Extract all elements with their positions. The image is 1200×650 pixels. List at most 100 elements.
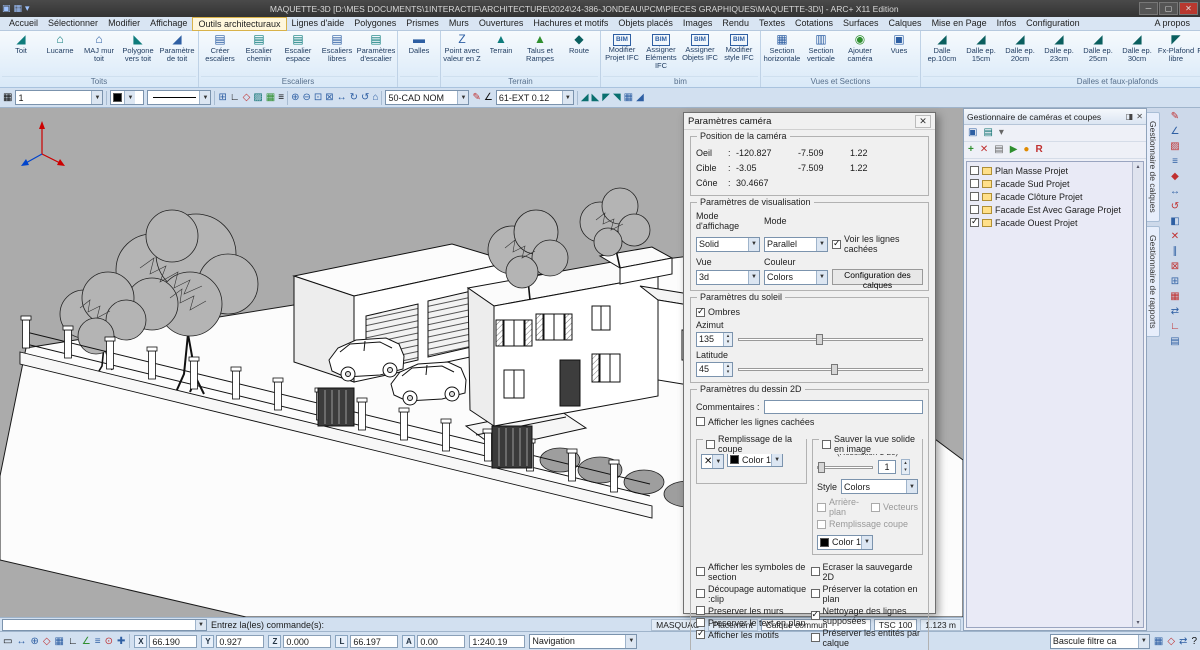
ribbon-button-ajouter-camera[interactable]: ◉Ajouter caméra bbox=[841, 32, 879, 63]
text-tool-icon[interactable]: ≡ bbox=[278, 93, 284, 103]
zoom-dynamic-icon[interactable]: ⊕ bbox=[30, 636, 38, 647]
ribbon-button-escalier-espace[interactable]: ▤Escalier espace bbox=[279, 32, 317, 63]
menu-item[interactable]: Configuration bbox=[1021, 17, 1085, 30]
camera-checkbox[interactable] bbox=[970, 192, 979, 201]
camera-checkbox[interactable] bbox=[970, 179, 979, 188]
snap-toggle-icon[interactable]: ◇ bbox=[43, 636, 51, 647]
edit-attributes-icon[interactable]: ✎ bbox=[472, 93, 480, 103]
fx-plafond-quick-icon[interactable]: ◤ bbox=[602, 93, 610, 103]
dialog-checkbox[interactable]: Afficher les symboles de section bbox=[696, 562, 809, 582]
menu-item[interactable]: Murs bbox=[444, 17, 474, 30]
ribbon-button-assigner-objets-ifc[interactable]: BIMAssigner Objets IFC bbox=[681, 32, 719, 62]
wall-quick-icon[interactable]: ▦ bbox=[624, 93, 633, 103]
previous-view-icon[interactable]: ↺ bbox=[361, 93, 369, 103]
symbol-icon[interactable]: ◆ bbox=[1171, 172, 1179, 182]
menu-item[interactable]: Modifier bbox=[103, 17, 145, 30]
ribbon-button-point-valeur-z[interactable]: ZPoint avec valeur en Z bbox=[443, 32, 481, 63]
navigation-combo[interactable]: Navigation▼ bbox=[529, 634, 637, 649]
vectors-checkbox[interactable]: Vecteurs bbox=[871, 497, 918, 517]
view-combo[interactable]: 3d▼ bbox=[696, 270, 760, 285]
osnap-toggle-icon[interactable]: ◇ bbox=[1167, 636, 1175, 647]
camera-tree-item[interactable]: Facade Sud Projet bbox=[970, 177, 1130, 190]
text-icon[interactable]: ≡ bbox=[1172, 157, 1178, 167]
pan-mode-icon[interactable]: ↔ bbox=[16, 636, 26, 647]
target-icon[interactable]: ⊙ bbox=[105, 636, 113, 647]
hatch-icon[interactable]: ▨ bbox=[1170, 142, 1179, 152]
layers-icon[interactable]: ≡ bbox=[95, 636, 101, 647]
fill-color-combo[interactable]: Color 1▼ bbox=[727, 452, 783, 467]
ribbon-button-maj-mur-toit[interactable]: ⌂MAJ mur toit bbox=[80, 32, 118, 63]
array-icon[interactable]: ▦ bbox=[1170, 292, 1179, 302]
grid-toggle-icon[interactable]: ▦ bbox=[55, 636, 64, 647]
mirror-icon[interactable]: ◧ bbox=[1170, 217, 1179, 227]
dimension-icon[interactable]: ∠ bbox=[1171, 127, 1180, 137]
menu-item[interactable]: Affichage bbox=[145, 17, 192, 30]
play-camera-icon[interactable]: ▶ bbox=[1010, 145, 1018, 155]
dialog-checkbox[interactable]: Afficher les motifs bbox=[696, 630, 809, 640]
ribbon-button-creer-escaliers[interactable]: ▤Créer escaliers bbox=[201, 32, 239, 63]
ribbon-button-dalle-ep-20cm[interactable]: ◢Dalle ep. 20cm bbox=[1001, 32, 1039, 63]
dialog-checkbox[interactable]: Ecraser la sauvegarde 2D bbox=[811, 562, 924, 582]
layer-config-button[interactable]: Configuration des calques bbox=[832, 269, 923, 285]
menu-item-apropos[interactable]: A propos bbox=[1148, 17, 1196, 30]
camera-tree-item[interactable]: Plan Masse Projet bbox=[970, 164, 1130, 177]
line-style-combo[interactable]: ▼ bbox=[147, 90, 211, 105]
dalle-quick-icon-2[interactable]: ◣ bbox=[592, 93, 600, 103]
camera-tree-item[interactable]: Facade Clôture Projet bbox=[970, 190, 1130, 203]
menu-item[interactable]: Images bbox=[678, 17, 718, 30]
dialog-checkbox[interactable]: Découpage automatique :clip bbox=[696, 584, 809, 604]
dialog-checkbox[interactable]: Preserver les murs bbox=[696, 606, 809, 616]
ribbon-button-polygone-vers-toit[interactable]: ◣Polygone vers toit bbox=[119, 32, 157, 63]
ribbon-button-section-verticale[interactable]: ▥Section verticale bbox=[802, 32, 840, 63]
print-view-icon[interactable]: ▤ bbox=[1170, 337, 1179, 347]
ortho-icon[interactable]: ∟ bbox=[230, 93, 240, 103]
menu-item[interactable]: Surfaces bbox=[838, 17, 884, 30]
display-mode-combo[interactable]: Solid▼ bbox=[696, 237, 760, 252]
print-camera-icon[interactable]: ▤ bbox=[994, 145, 1003, 155]
report-table-icon[interactable]: ▤ bbox=[983, 128, 992, 138]
ribbon-button-escaliers-libres[interactable]: ▤Escaliers libres bbox=[318, 32, 356, 63]
rename-camera-icon[interactable]: R bbox=[1035, 145, 1042, 155]
style-combo[interactable]: Colors▼ bbox=[841, 479, 918, 494]
ext-style-combo[interactable]: 61-EXT 0.12▼ bbox=[496, 90, 574, 105]
pen-color-combo[interactable]: ▼ bbox=[110, 90, 144, 105]
latitude-slider[interactable] bbox=[738, 363, 923, 375]
view-mode-icon[interactable]: ▦ bbox=[3, 93, 12, 103]
menu-item[interactable]: Prismes bbox=[401, 17, 444, 30]
azimuth-slider[interactable] bbox=[738, 333, 923, 345]
cad-style-combo[interactable]: 50-CAD NOM▼ bbox=[385, 90, 469, 105]
command-combo[interactable]: ▼ bbox=[2, 619, 207, 631]
zoom-window-icon[interactable]: ⊡ bbox=[314, 93, 322, 103]
checkbox-box[interactable] bbox=[822, 440, 831, 449]
projection-mode-combo[interactable]: Parallel▼ bbox=[764, 237, 828, 252]
close-button[interactable]: ✕ bbox=[1179, 2, 1198, 15]
hatch-tool-icon[interactable]: ▨ bbox=[253, 93, 262, 103]
resolution-slider[interactable] bbox=[817, 461, 873, 473]
ribbon-button-talus-rampes[interactable]: ▲Talus et Rampes bbox=[521, 32, 559, 63]
ribbon-button-dalle-ep-30cm[interactable]: ◢Dalle ep. 30cm bbox=[1118, 32, 1156, 63]
tab-gestionnaire-rapports[interactable]: Gestionnaire de rapports bbox=[1147, 226, 1160, 338]
active-layer-combo[interactable]: 1▼ bbox=[15, 90, 103, 105]
zoom-in-icon[interactable]: ⊕ bbox=[291, 93, 299, 103]
section-fill-save-checkbox[interactable]: Remplissage coupe bbox=[817, 519, 908, 529]
ribbon-button-dalle-ep-10cm[interactable]: ◢Dalle ep.10cm bbox=[923, 32, 961, 63]
dialog-checkbox[interactable]: Nettoyage des lignes supposées bbox=[811, 606, 924, 626]
ribbon-button-route[interactable]: ◆Route bbox=[560, 32, 598, 55]
ribbon-button-dalle-ep-23cm[interactable]: ◢Dalle ep. 23cm bbox=[1040, 32, 1078, 63]
ribbon-button-dalles[interactable]: ▬Dalles bbox=[400, 32, 438, 55]
menu-item[interactable]: Accueil bbox=[4, 17, 43, 30]
snap-point-icon[interactable]: ◇ bbox=[243, 93, 251, 103]
dialog-checkbox[interactable]: Préserver les entités par calque bbox=[811, 628, 924, 648]
dialog-checkbox[interactable]: Preserver le text en plan bbox=[696, 618, 809, 628]
dialog-close-icon[interactable]: ✕ bbox=[915, 115, 931, 128]
help-icon[interactable]: ? bbox=[1191, 636, 1197, 647]
view-3d-icon[interactable]: ⌂ bbox=[372, 93, 378, 103]
panel-options-icon[interactable]: ▾ bbox=[999, 128, 1004, 138]
latitude-spinner[interactable]: 45▴▾ bbox=[696, 362, 733, 377]
angle-icon[interactable]: ∠ bbox=[82, 636, 91, 647]
menu-item[interactable]: Calques bbox=[884, 17, 927, 30]
ribbon-button-fx-plafond-libre[interactable]: ◤Fx-Plafond libre bbox=[1157, 32, 1195, 63]
ribbon-button-dalle-ep-25cm[interactable]: ◢Dalle ep. 25cm bbox=[1079, 32, 1117, 63]
rotate-icon[interactable]: ↺ bbox=[1171, 202, 1179, 212]
delete-camera-icon[interactable]: ✕ bbox=[980, 145, 988, 155]
